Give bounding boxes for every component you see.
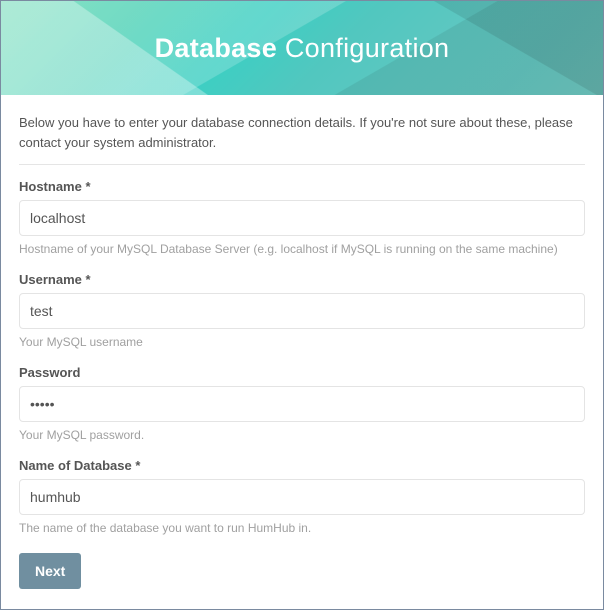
password-input[interactable] — [19, 386, 585, 422]
panel-body: Below you have to enter your database co… — [1, 95, 603, 609]
panel-header: Database Configuration — [1, 1, 603, 95]
dbname-help: The name of the database you want to run… — [19, 521, 585, 535]
next-button[interactable]: Next — [19, 553, 81, 589]
database-config-panel: Database Configuration Below you have to… — [0, 0, 604, 610]
hostname-help: Hostname of your MySQL Database Server (… — [19, 242, 585, 256]
dbname-group: Name of Database * The name of the datab… — [19, 458, 585, 535]
username-group: Username * Your MySQL username — [19, 272, 585, 349]
title-bold: Database — [155, 33, 277, 63]
hostname-group: Hostname * Hostname of your MySQL Databa… — [19, 179, 585, 256]
hostname-input[interactable] — [19, 200, 585, 236]
password-help: Your MySQL password. — [19, 428, 585, 442]
username-help: Your MySQL username — [19, 335, 585, 349]
password-group: Password Your MySQL password. — [19, 365, 585, 442]
intro-text: Below you have to enter your database co… — [19, 113, 585, 165]
username-label: Username * — [19, 272, 585, 287]
dbname-label: Name of Database * — [19, 458, 585, 473]
password-label: Password — [19, 365, 585, 380]
hostname-label: Hostname * — [19, 179, 585, 194]
title-rest: Configuration — [285, 33, 450, 63]
username-input[interactable] — [19, 293, 585, 329]
dbname-input[interactable] — [19, 479, 585, 515]
page-title: Database Configuration — [155, 33, 450, 64]
